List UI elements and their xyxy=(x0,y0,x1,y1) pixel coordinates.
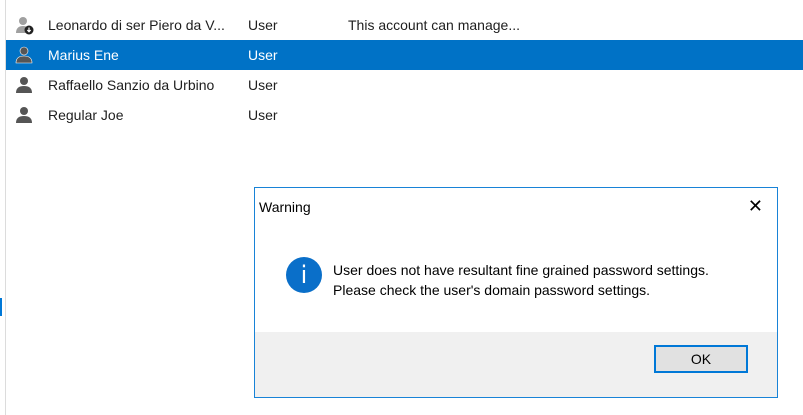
user-type: User xyxy=(248,47,278,63)
user-description: This account can manage... xyxy=(348,17,520,33)
user-name: Raffaello Sanzio da Urbino xyxy=(48,77,215,93)
list-item[interactable]: Regular Joe User xyxy=(6,100,803,130)
dialog-footer: OK xyxy=(255,332,777,397)
user-name: Regular Joe xyxy=(48,107,124,123)
message-line-2: Please check the user's domain password … xyxy=(333,282,651,298)
list-item[interactable]: Raffaello Sanzio da Urbino User xyxy=(6,70,803,100)
close-icon[interactable]: ✕ xyxy=(748,196,763,217)
user-name: Leonardo di ser Piero da V... xyxy=(48,17,225,33)
user-icon xyxy=(16,77,32,93)
user-download-icon xyxy=(16,17,34,35)
user-icon xyxy=(16,107,32,123)
dialog-message: User does not have resultant fine graine… xyxy=(333,260,709,300)
user-name: Marius Ene xyxy=(48,47,119,63)
user-type: User xyxy=(248,107,278,123)
ok-button[interactable]: OK xyxy=(654,345,748,373)
list-item-selected[interactable]: Marius Ene User xyxy=(6,40,803,70)
warning-dialog: Warning ✕ i User does not have resultant… xyxy=(254,187,778,398)
focus-marker xyxy=(0,298,2,316)
dialog-title: Warning xyxy=(259,199,311,215)
user-type: User xyxy=(248,77,278,93)
user-list[interactable]: Leonardo di ser Piero da V... User This … xyxy=(6,10,803,130)
message-line-1: User does not have resultant fine graine… xyxy=(333,262,709,278)
user-icon xyxy=(15,46,33,64)
user-type: User xyxy=(248,17,278,33)
info-icon: i xyxy=(286,257,322,293)
list-item[interactable]: Leonardo di ser Piero da V... User This … xyxy=(6,10,803,40)
